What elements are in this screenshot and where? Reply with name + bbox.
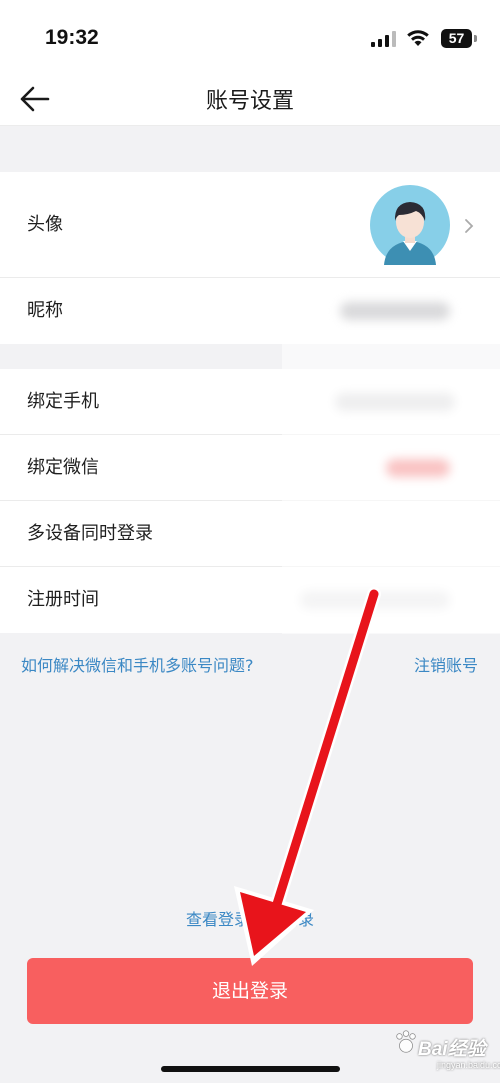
bind-wechat-label: 绑定微信 [27, 457, 99, 478]
register-time-label: 注册时间 [27, 589, 99, 610]
baidu-paw-logo [396, 1030, 416, 1053]
status-time: 19:32 [45, 26, 99, 49]
watermark-brand: Bai经验 [418, 1039, 486, 1060]
privacy-blur-overlay [282, 330, 500, 634]
battery-cap [474, 35, 477, 42]
status-bar: 19:32 57 [0, 0, 500, 76]
avatar-label: 头像 [27, 214, 63, 235]
home-indicator [161, 1066, 340, 1072]
multi-device-login-label: 多设备同时登录 [27, 523, 153, 544]
login-records-link[interactable]: 查看登录设备记录 [0, 906, 500, 930]
cellular-signal-icon [371, 31, 396, 47]
profile-group: 头像 昵称 [0, 172, 500, 344]
avatar-row[interactable]: 头像 [0, 172, 500, 278]
wifi-icon [407, 30, 429, 46]
avatar[interactable] [370, 185, 450, 265]
cancel-account-link[interactable]: 注销账号 [414, 652, 478, 676]
bind-phone-label: 绑定手机 [27, 391, 99, 412]
logout-button[interactable]: 退出登录 [27, 958, 473, 1024]
nickname-label: 昵称 [27, 300, 63, 321]
chevron-right-icon [465, 219, 474, 233]
multi-account-help-link[interactable]: 如何解决微信和手机多账号问题? [21, 652, 254, 676]
nav-bar: 账号设置 [0, 76, 500, 126]
battery-icon: 57 [441, 29, 472, 48]
page-title: 账号设置 [205, 89, 294, 114]
nickname-value-redacted [340, 302, 450, 320]
watermark-url: jingyan.baidu.com [437, 1060, 500, 1070]
